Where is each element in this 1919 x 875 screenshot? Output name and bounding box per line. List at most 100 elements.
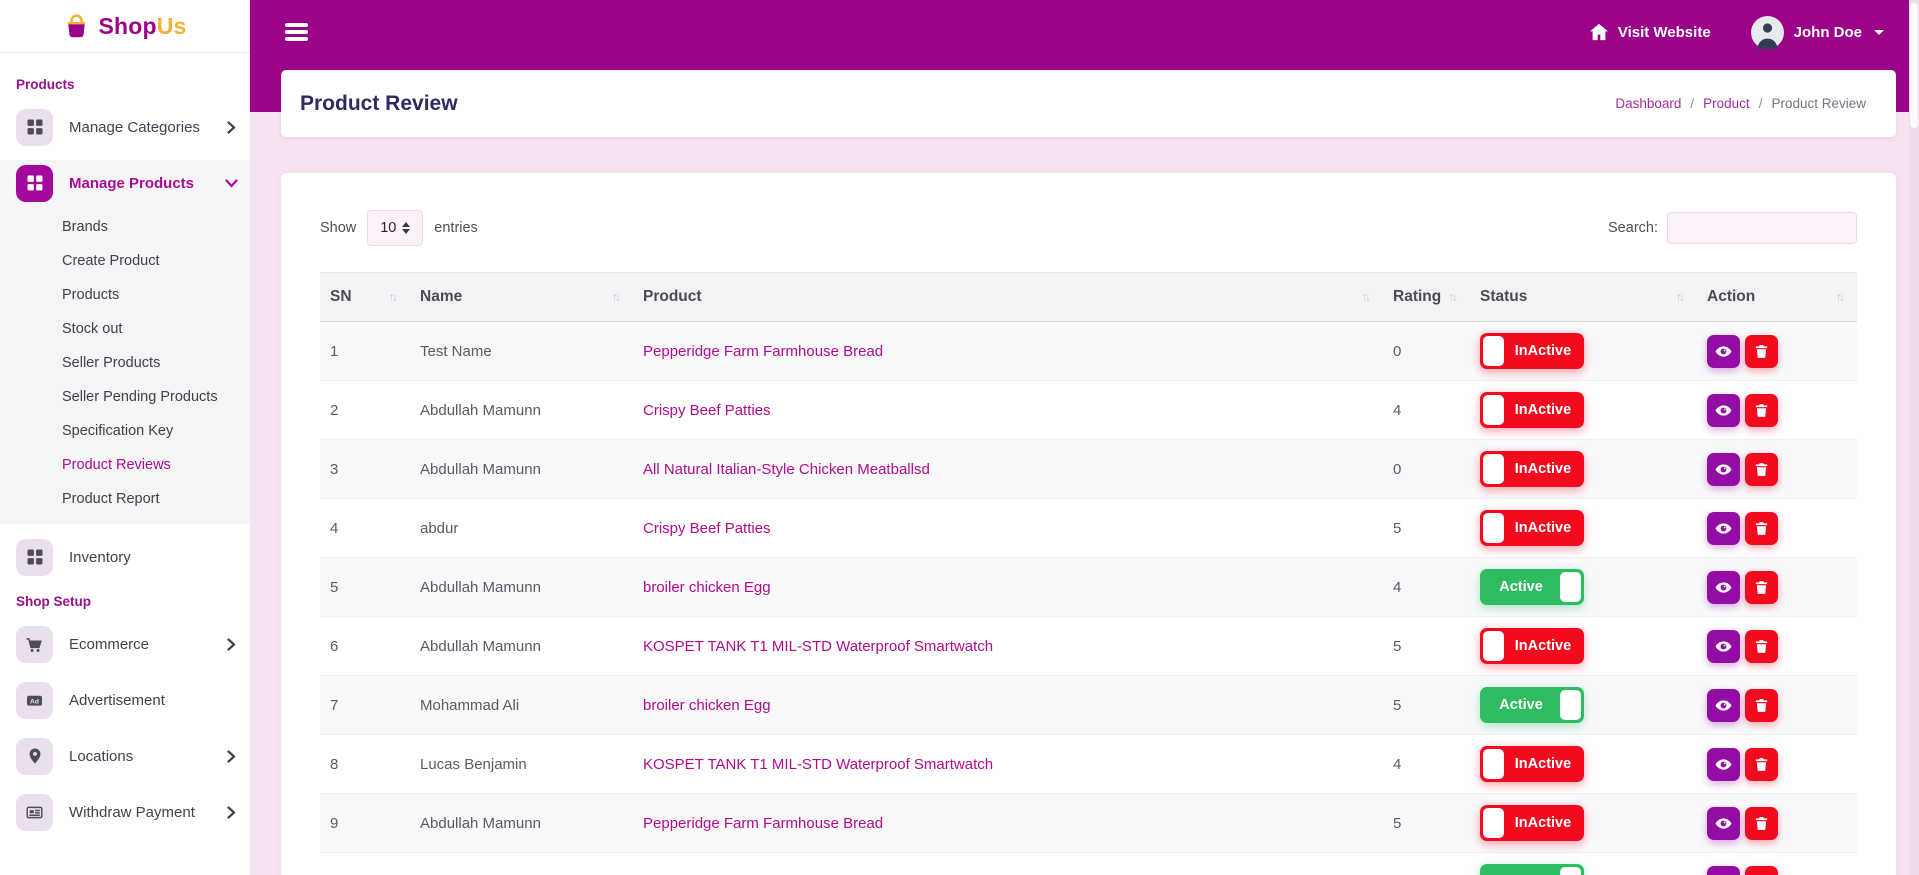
row-actions [1707, 571, 1847, 604]
delete-button[interactable] [1745, 866, 1778, 875]
view-button[interactable] [1707, 512, 1740, 545]
section-label-shop-setup: Shop Setup [16, 594, 250, 609]
avatar [1751, 16, 1784, 49]
delete-button[interactable] [1745, 630, 1778, 663]
status-toggle[interactable]: Active [1480, 569, 1584, 605]
submenu-item-seller-pending-products[interactable]: Seller Pending Products [62, 380, 250, 414]
status-toggle[interactable]: InActive [1480, 333, 1584, 369]
submenu-item-product-report[interactable]: Product Report [62, 482, 250, 516]
toggle-knob [1483, 749, 1504, 779]
sidebar-item-advertisement[interactable]: Ad Advertisement [0, 677, 250, 723]
submenu-item-stock-out[interactable]: Stock out [62, 312, 250, 346]
product-review-table: SN↑↓Name↑↓Product↑↓Rating↑↓Status↑↓Actio… [320, 272, 1857, 875]
status-toggle[interactable]: InActive [1480, 510, 1584, 546]
rating-cell: 5 [1383, 617, 1470, 676]
eye-icon [1714, 814, 1733, 833]
submenu-item-brands[interactable]: Brands [62, 210, 250, 244]
status-label: InActive [1493, 402, 1571, 418]
submenu-item-seller-products[interactable]: Seller Products [62, 346, 250, 380]
status-toggle[interactable]: InActive [1480, 805, 1584, 841]
breadcrumb-link-dashboard[interactable]: Dashboard [1615, 96, 1681, 111]
view-button[interactable] [1707, 571, 1740, 604]
sn-cell: 6 [320, 617, 410, 676]
product-link[interactable]: Crispy Beef Patties [643, 520, 771, 537]
column-header-status[interactable]: Status↑↓ [1470, 273, 1697, 322]
sidebar-item-inventory[interactable]: Inventory [0, 534, 250, 580]
sidebar-item-withdraw-payment[interactable]: Withdraw Payment [0, 789, 250, 835]
table-row: 4 abdur Crispy Beef Patties 5 InActive [320, 499, 1857, 558]
submenu-item-product-reviews[interactable]: Product Reviews [62, 448, 250, 482]
sn-cell: 3 [320, 440, 410, 499]
submenu-item-create-product[interactable]: Create Product [62, 244, 250, 278]
view-button[interactable] [1707, 807, 1740, 840]
product-link[interactable]: KOSPET TANK T1 MIL-STD Waterproof Smartw… [643, 638, 993, 655]
product-link[interactable]: KOSPET TANK T1 MIL-STD Waterproof Smartw… [643, 756, 993, 773]
status-toggle[interactable]: InActive [1480, 746, 1584, 782]
status-toggle[interactable]: InActive [1480, 628, 1584, 664]
delete-button[interactable] [1745, 394, 1778, 427]
view-button[interactable] [1707, 866, 1740, 875]
product-link[interactable]: Pepperidge Farm Farmhouse Bread [643, 815, 883, 832]
delete-button[interactable] [1745, 689, 1778, 722]
view-button[interactable] [1707, 335, 1740, 368]
status-toggle[interactable]: Active [1480, 864, 1584, 875]
eye-icon [1714, 342, 1733, 361]
product-link[interactable]: broiler chicken Egg [643, 697, 771, 714]
breadcrumb-current: Product Review [1771, 96, 1866, 111]
submenu-item-products[interactable]: Products [62, 278, 250, 312]
menu-toggle-button[interactable] [283, 19, 310, 45]
submenu-item-specification-key[interactable]: Specification Key [62, 414, 250, 448]
status-toggle[interactable]: InActive [1480, 451, 1584, 487]
chevron-right-icon [227, 750, 236, 763]
column-header-sn[interactable]: SN↑↓ [320, 273, 410, 322]
breadcrumb-link-product[interactable]: Product [1703, 96, 1750, 111]
page-scrollbar[interactable] [1909, 0, 1919, 875]
product-link[interactable]: broiler chicken Egg [643, 579, 771, 596]
sidebar-item-manage-products[interactable]: Manage Products [0, 160, 250, 206]
rating-cell: 5 [1383, 499, 1470, 558]
sidebar-item-locations[interactable]: Locations [0, 733, 250, 779]
delete-button[interactable] [1745, 335, 1778, 368]
search-label: Search: [1608, 220, 1658, 236]
table-row: 8 Lucas Benjamin KOSPET TANK T1 MIL-STD … [320, 735, 1857, 794]
product-link[interactable]: Pepperidge Farm Farmhouse Bread [643, 343, 883, 360]
table-row: 6 Abdullah Mamunn KOSPET TANK T1 MIL-STD… [320, 617, 1857, 676]
column-header-action[interactable]: Action↑↓ [1697, 273, 1857, 322]
shopus-logo[interactable]: ShopUs [0, 0, 250, 53]
scrollbar-thumb[interactable] [1910, 3, 1918, 128]
view-button[interactable] [1707, 748, 1740, 781]
status-toggle[interactable]: InActive [1480, 392, 1584, 428]
table-card: Show 10 entries Search: SN↑↓Name↑↓Produc… [281, 173, 1896, 875]
rating-cell: 5 [1383, 676, 1470, 735]
toggle-knob [1560, 690, 1581, 720]
row-actions [1707, 512, 1847, 545]
status-toggle[interactable]: Active [1480, 687, 1584, 723]
delete-button[interactable] [1745, 512, 1778, 545]
column-header-name[interactable]: Name↑↓ [410, 273, 633, 322]
delete-button[interactable] [1745, 807, 1778, 840]
product-link[interactable]: All Natural Italian-Style Chicken Meatba… [643, 461, 930, 478]
toggle-knob [1483, 395, 1504, 425]
svg-text:Ad: Ad [30, 698, 39, 705]
column-header-rating[interactable]: Rating↑↓ [1383, 273, 1470, 322]
chevron-right-icon [227, 121, 236, 134]
table-row: 9 Abdullah Mamunn Pepperidge Farm Farmho… [320, 794, 1857, 853]
rating-cell: 4 [1383, 558, 1470, 617]
user-menu[interactable]: John Doe [1751, 16, 1884, 49]
column-header-product[interactable]: Product↑↓ [633, 273, 1383, 322]
delete-button[interactable] [1745, 453, 1778, 486]
page-size-select[interactable]: 10 [367, 210, 423, 246]
view-button[interactable] [1707, 630, 1740, 663]
delete-button[interactable] [1745, 571, 1778, 604]
grid-icon [16, 539, 53, 576]
view-button[interactable] [1707, 394, 1740, 427]
delete-button[interactable] [1745, 748, 1778, 781]
view-button[interactable] [1707, 453, 1740, 486]
product-link[interactable]: Crispy Beef Patties [643, 402, 771, 419]
sidebar-item-ecommerce[interactable]: Ecommerce [0, 621, 250, 667]
sidebar-item-manage-categories[interactable]: Manage Categories [0, 104, 250, 150]
table-row: 1 Test Name Pepperidge Farm Farmhouse Br… [320, 322, 1857, 381]
visit-website-link[interactable]: Visit Website [1589, 23, 1711, 41]
view-button[interactable] [1707, 689, 1740, 722]
search-input[interactable] [1667, 212, 1857, 244]
